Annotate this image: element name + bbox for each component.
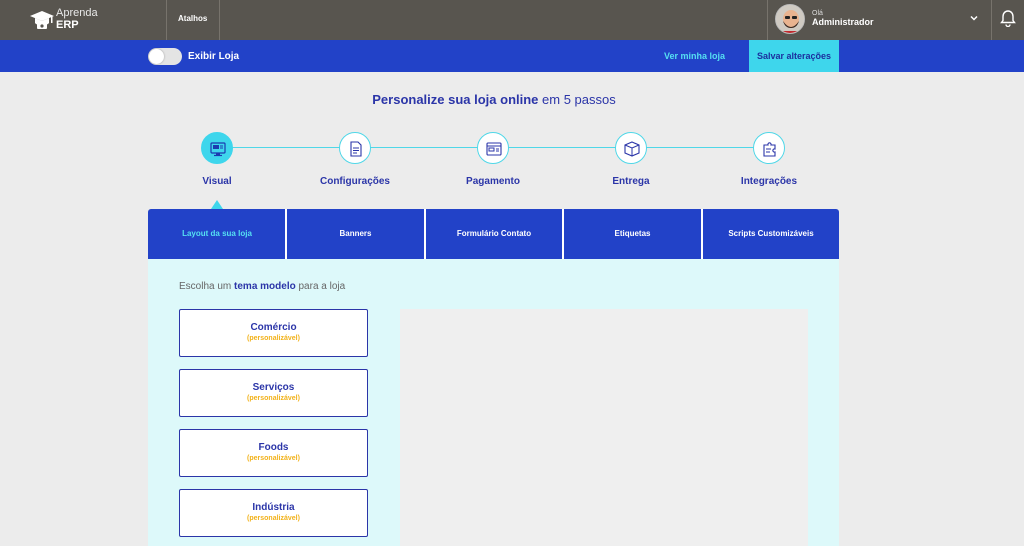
page-title-rest: em 5 passos (538, 92, 616, 107)
theme-tag: (personalizável) (247, 395, 300, 402)
step-label-pagamento[interactable]: Pagamento (433, 176, 553, 187)
step-label-configuracoes[interactable]: Configurações (295, 176, 415, 187)
view-store-link[interactable]: Ver minha loja (664, 51, 725, 61)
theme-tag: (personalizável) (247, 515, 300, 522)
puzzle-icon (763, 142, 776, 157)
avatar[interactable] (775, 4, 805, 34)
theme-prompt-post: para a loja (295, 281, 346, 292)
page-title-bold: Personalize sua loja online (372, 92, 539, 107)
theme-name: Comércio (250, 322, 297, 333)
theme-tag: (personalizável) (247, 455, 300, 462)
payment-icon (486, 142, 502, 156)
document-icon (350, 141, 362, 157)
bell-icon[interactable] (1000, 9, 1016, 27)
step-integracoes[interactable] (753, 132, 785, 164)
avatar-face-icon (776, 5, 804, 33)
theme-prompt-pre: Escolha um (179, 281, 235, 292)
chevron-down-icon[interactable] (968, 12, 980, 24)
store-bar: Exibir Loja Ver minha loja Salvar altera… (0, 40, 1024, 72)
shortcuts-menu[interactable]: Atalhos (178, 14, 207, 23)
theme-prompt: Escolha um tema modelo para a loja (179, 281, 345, 292)
step-entrega[interactable] (615, 132, 647, 164)
page-title: Personalize sua loja online em 5 passos (0, 92, 988, 107)
tab-contact-form[interactable]: Formulário Contato (426, 209, 562, 259)
theme-prompt-bold: tema modelo (234, 281, 296, 292)
save-changes-button[interactable]: Salvar alterações (749, 40, 839, 72)
logo-text-top: Aprenda (56, 7, 98, 19)
step-visual[interactable] (201, 132, 233, 164)
divider (166, 0, 167, 40)
user-name[interactable]: Administrador (812, 17, 874, 27)
layout-panel: Escolha um tema modelo para a loja Comér… (148, 259, 839, 546)
app-logo[interactable]: Aprenda ERP (30, 6, 120, 34)
tab-bar: Layout da sua loja Banners Formulário Co… (148, 209, 839, 259)
tab-custom-scripts[interactable]: Scripts Customizáveis (703, 209, 839, 259)
show-store-label: Exibir Loja (188, 51, 240, 62)
theme-preview (400, 309, 808, 546)
tab-layout[interactable]: Layout da sua loja (148, 209, 286, 259)
user-greeting: Olá (812, 10, 823, 17)
theme-name: Foods (258, 442, 289, 453)
logo-text-bottom: ERP (56, 19, 79, 31)
step-configuracoes[interactable] (339, 132, 371, 164)
box-icon (624, 141, 640, 157)
divider (991, 0, 992, 40)
theme-option-industria[interactable]: Indústria (personalizável) (179, 489, 368, 537)
theme-option-comercio[interactable]: Comércio (personalizável) (179, 309, 368, 357)
step-label-integracoes[interactable]: Integrações (709, 176, 829, 187)
graduation-cap-icon (30, 11, 54, 29)
theme-option-foods[interactable]: Foods (personalizável) (179, 429, 368, 477)
top-bar: Aprenda ERP Atalhos Olá Administrador (0, 0, 1024, 40)
divider (767, 0, 768, 40)
tab-labels[interactable]: Etiquetas (564, 209, 701, 259)
theme-tag: (personalizável) (247, 335, 300, 342)
step-label-entrega[interactable]: Entrega (571, 176, 691, 187)
step-label-visual[interactable]: Visual (157, 176, 277, 187)
monitor-icon (210, 142, 226, 157)
theme-option-servicos[interactable]: Serviços (personalizável) (179, 369, 368, 417)
active-step-pointer (211, 200, 223, 209)
step-pagamento[interactable] (477, 132, 509, 164)
divider (219, 0, 220, 40)
theme-name: Serviços (252, 382, 295, 393)
show-store-toggle[interactable] (148, 48, 182, 65)
tab-banners[interactable]: Banners (287, 209, 424, 259)
theme-name: Indústria (252, 502, 295, 513)
